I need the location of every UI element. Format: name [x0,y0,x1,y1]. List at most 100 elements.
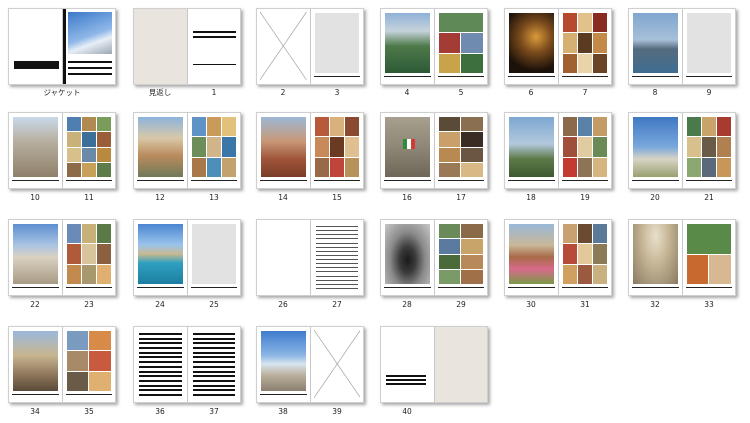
page-15 [309,113,363,188]
spread-12-13[interactable] [133,112,241,189]
spread-26-27[interactable] [256,219,364,296]
label-p1: 1 [211,88,217,97]
page-18 [505,113,558,188]
label-p10: 10 [30,193,40,202]
label-p28: 28 [402,300,412,309]
label-p37: 37 [209,407,219,416]
page-12 [134,113,187,188]
label-p38: 38 [278,407,288,416]
label-p39: 39 [332,407,342,416]
label-p30: 30 [526,300,536,309]
label-p3: 3 [334,88,340,97]
spread-34-35[interactable] [8,326,116,403]
label-p25: 25 [209,300,219,309]
label-p8: 8 [652,88,658,97]
label-p19: 19 [580,193,590,202]
page-39 [309,327,363,402]
page-14 [257,113,310,188]
label-p22: 22 [30,300,40,309]
label-p6: 6 [528,88,534,97]
label-p13: 13 [209,193,219,202]
page-21 [681,113,735,188]
page-28 [381,220,434,295]
page-7 [557,9,611,84]
page-37 [186,327,240,402]
page-5 [433,9,487,84]
jacket-back [9,9,62,84]
label-p9: 9 [706,88,712,97]
label-p31: 31 [580,300,590,309]
label-p7: 7 [582,88,588,97]
page-13 [186,113,240,188]
label-p12: 12 [155,193,165,202]
page-6 [505,9,558,84]
page-33 [681,220,735,295]
page-32 [629,220,682,295]
page-40 [381,327,434,402]
page-29 [433,220,487,295]
spread-endpaper-1[interactable] [133,8,241,85]
x-placeholder-icon [260,12,307,80]
page-26 [257,220,310,295]
spread-6-7[interactable] [504,8,612,85]
spread-20-21[interactable] [628,112,736,189]
jacket-title-bar [14,61,59,69]
label-p23: 23 [84,300,94,309]
spread-10-11[interactable] [8,112,116,189]
label-p33: 33 [704,300,714,309]
spread-32-33[interactable] [628,219,736,296]
spread-14-15[interactable] [256,112,364,189]
label-p27: 27 [332,300,342,309]
label-jacket: ジャケット [43,88,81,97]
label-p5: 5 [458,88,464,97]
text-lines-icon [139,333,182,396]
label-endpaper: 見返し [148,88,172,97]
spread-4-5[interactable] [380,8,488,85]
spread-36-37[interactable] [133,326,241,403]
spread-jacket[interactable] [8,8,116,85]
page-20 [629,113,682,188]
label-p21: 21 [704,193,714,202]
page-35 [61,327,115,402]
page-19 [557,113,611,188]
page-24 [134,220,187,295]
spread-40-back[interactable] [380,326,488,403]
label-p24: 24 [155,300,165,309]
page-16 [381,113,434,188]
text-lines-icon [315,226,358,289]
page-3 [309,9,363,84]
page-31 [557,220,611,295]
text-lines-icon [192,333,235,396]
label-p40: 40 [402,407,412,416]
spread-2-3[interactable] [256,8,364,85]
spread-8-9[interactable] [628,8,736,85]
page-1 [186,9,240,84]
label-p4: 4 [404,88,410,97]
label-p35: 35 [84,407,94,416]
page-36 [134,327,187,402]
page-9 [681,9,735,84]
page-22 [9,220,62,295]
label-p29: 29 [456,300,466,309]
page-2 [257,9,310,84]
spread-22-23[interactable] [8,219,116,296]
label-p14: 14 [278,193,288,202]
spread-24-25[interactable] [133,219,241,296]
label-p18: 18 [526,193,536,202]
label-p2: 2 [280,88,286,97]
spread-30-31[interactable] [504,219,612,296]
label-p16: 16 [402,193,412,202]
label-p26: 26 [278,300,288,309]
page-38 [257,327,310,402]
spread-38-39[interactable] [256,326,364,403]
spread-18-19[interactable] [504,112,612,189]
page-11 [61,113,115,188]
spread-16-17[interactable] [380,112,488,189]
spread-28-29[interactable] [380,219,488,296]
label-p36: 36 [155,407,165,416]
label-p34: 34 [30,407,40,416]
jacket-photo [67,12,112,54]
label-p11: 11 [84,193,94,202]
page-27 [309,220,363,295]
label-p17: 17 [456,193,466,202]
